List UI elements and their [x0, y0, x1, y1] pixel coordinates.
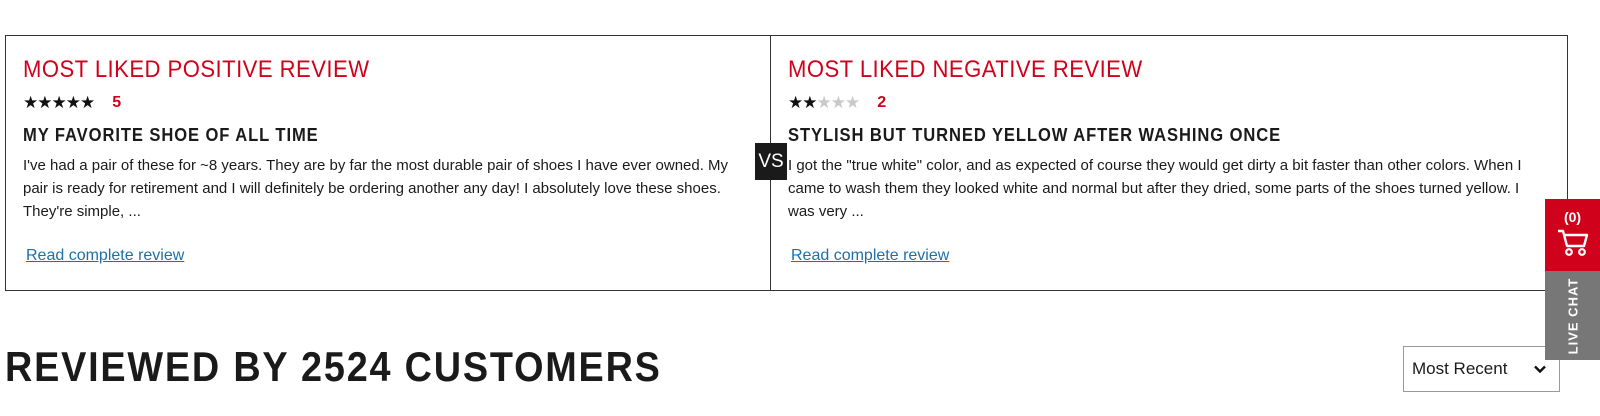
review-title: STYLISH BUT TURNED YELLOW AFTER WASHING … — [788, 125, 1282, 145]
positive-rating: ★★★★★ 5 — [23, 94, 753, 112]
negative-review-panel: MOST LIKED NEGATIVE REVIEW ★★★★★ 2 STYLI… — [771, 36, 1567, 290]
star-filled-icon: ★ — [51, 93, 67, 112]
cart-count: (0) — [1563, 208, 1582, 225]
reviews-count-heading: REVIEWED BY 2524 CUSTOMERS — [5, 343, 662, 390]
sort-selected-value: Most Recent — [1412, 359, 1508, 378]
side-tabs: (0) LIVE CHAT — [1545, 199, 1600, 360]
review-body: I've had a pair of these for ~8 years. T… — [23, 157, 729, 220]
star-rating: ★★★★★ — [23, 93, 95, 112]
review-body: I got the "true white" color, and as exp… — [788, 157, 1522, 220]
star-empty-icon: ★ — [816, 93, 832, 112]
star-filled-icon: ★ — [788, 93, 803, 112]
cart-button[interactable]: (0) — [1545, 199, 1600, 271]
positive-review-heading: MOST LIKED POSITIVE REVIEW — [23, 56, 370, 83]
star-filled-icon: ★ — [23, 93, 38, 112]
star-filled-icon: ★ — [802, 93, 817, 112]
star-empty-icon: ★ — [830, 93, 846, 112]
read-complete-review-link[interactable]: Read complete review — [26, 247, 184, 265]
star-rating: ★★★★★ — [788, 93, 860, 112]
star-filled-icon: ★ — [80, 93, 95, 112]
star-filled-icon: ★ — [65, 93, 81, 112]
vs-badge: VS — [755, 143, 787, 180]
chevron-down-icon — [1533, 361, 1547, 381]
read-complete-review-link[interactable]: Read complete review — [791, 247, 949, 265]
sort-dropdown[interactable]: Most Recent — [1403, 346, 1560, 392]
review-title: MY FAVORITE SHOE OF ALL TIME — [23, 125, 319, 145]
star-empty-icon: ★ — [845, 93, 860, 112]
live-chat-button[interactable]: LIVE CHAT — [1545, 271, 1600, 360]
rating-value: 2 — [877, 94, 887, 111]
positive-review-panel: MOST LIKED POSITIVE REVIEW ★★★★★ 5 MY FA… — [6, 36, 771, 290]
negative-rating: ★★★★★ 2 — [788, 94, 1550, 112]
negative-review-heading: MOST LIKED NEGATIVE REVIEW — [788, 56, 1143, 83]
live-chat-label: LIVE CHAT — [1565, 277, 1580, 354]
cart-icon — [1556, 227, 1590, 262]
star-filled-icon: ★ — [37, 93, 52, 112]
rating-value: 5 — [112, 94, 122, 111]
